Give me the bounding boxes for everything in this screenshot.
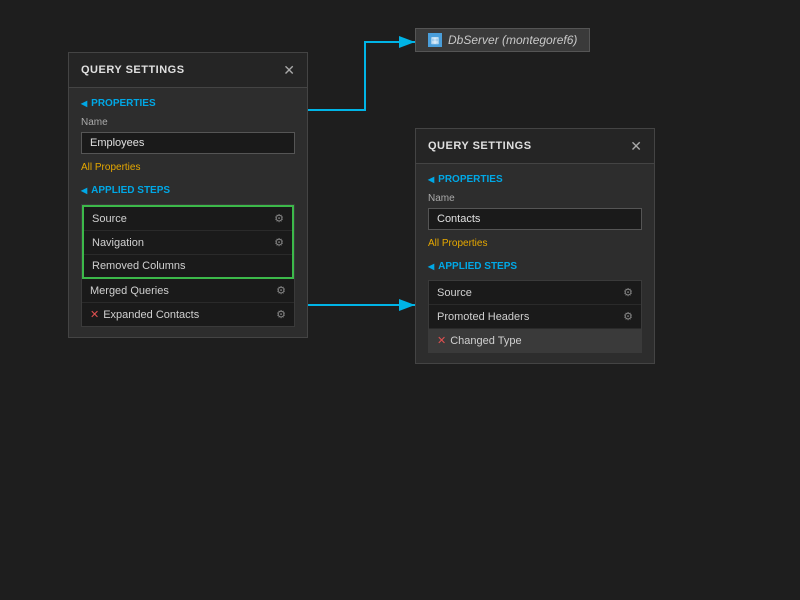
left-panel-close[interactable]: ✕ — [283, 63, 295, 77]
step-right-source[interactable]: Source ⚙ — [429, 281, 641, 305]
step-navigation-gear[interactable]: ⚙ — [274, 236, 284, 249]
right-all-properties-link[interactable]: All Properties — [428, 238, 642, 249]
right-steps-container: Source ⚙ Promoted Headers ⚙ ✕ Changed Ty… — [428, 280, 642, 353]
right-name-label: Name — [428, 193, 642, 204]
step-promoted-headers-gear[interactable]: ⚙ — [623, 310, 633, 323]
right-steps-header: APPLIED STEPS — [428, 261, 642, 272]
left-all-properties-link[interactable]: All Properties — [81, 162, 295, 173]
step-promoted-headers[interactable]: Promoted Headers ⚙ — [429, 305, 641, 329]
db-server-label: DbServer (montegoref6) — [448, 33, 577, 47]
right-query-panel: QUERY SETTINGS ✕ PROPERTIES Name All Pro… — [415, 128, 655, 364]
db-icon: ▦ — [428, 33, 442, 47]
db-server-badge: ▦ DbServer (montegoref6) — [415, 28, 590, 52]
left-steps-header: APPLIED STEPS — [81, 185, 295, 196]
step-navigation[interactable]: Navigation ⚙ — [84, 231, 292, 255]
right-applied-steps: APPLIED STEPS Source ⚙ Promoted Headers … — [428, 261, 642, 353]
left-panel-header: QUERY SETTINGS ✕ — [69, 53, 307, 88]
step-expanded-contacts-gear[interactable]: ⚙ — [276, 308, 286, 321]
step-source[interactable]: Source ⚙ — [84, 207, 292, 231]
step-removed-columns[interactable]: Removed Columns — [84, 255, 292, 277]
left-name-input[interactable] — [81, 132, 295, 154]
right-panel-header: QUERY SETTINGS ✕ — [416, 129, 654, 164]
step-right-source-gear[interactable]: ⚙ — [623, 286, 633, 299]
step-source-gear[interactable]: ⚙ — [274, 212, 284, 225]
left-steps-container: Source ⚙ Navigation ⚙ Removed Columns Me… — [81, 204, 295, 327]
left-query-panel: QUERY SETTINGS ✕ PROPERTIES Name All Pro… — [68, 52, 308, 338]
right-panel-body: PROPERTIES Name All Properties APPLIED S… — [416, 164, 654, 363]
left-panel-title: QUERY SETTINGS — [81, 64, 185, 76]
arrow-to-db-badge — [308, 42, 415, 110]
right-name-input[interactable] — [428, 208, 642, 230]
step-merged-gear[interactable]: ⚙ — [276, 284, 286, 297]
step-merged-queries[interactable]: Merged Queries ⚙ — [82, 279, 294, 303]
changed-type-error-icon: ✕ — [437, 334, 446, 347]
expanded-contacts-error-icon: ✕ — [90, 308, 99, 321]
step-expanded-contacts[interactable]: ✕ Expanded Contacts ⚙ — [82, 303, 294, 326]
left-name-label: Name — [81, 117, 295, 128]
left-applied-steps: APPLIED STEPS Source ⚙ Navigation ⚙ Remo… — [81, 185, 295, 327]
left-properties-header: PROPERTIES — [81, 98, 295, 109]
right-properties-header: PROPERTIES — [428, 174, 642, 185]
right-panel-title: QUERY SETTINGS — [428, 140, 532, 152]
step-changed-type[interactable]: ✕ Changed Type — [429, 329, 641, 352]
highlighted-steps-group: Source ⚙ Navigation ⚙ Removed Columns — [82, 205, 294, 279]
right-panel-close[interactable]: ✕ — [630, 139, 642, 153]
left-panel-body: PROPERTIES Name All Properties APPLIED S… — [69, 88, 307, 337]
